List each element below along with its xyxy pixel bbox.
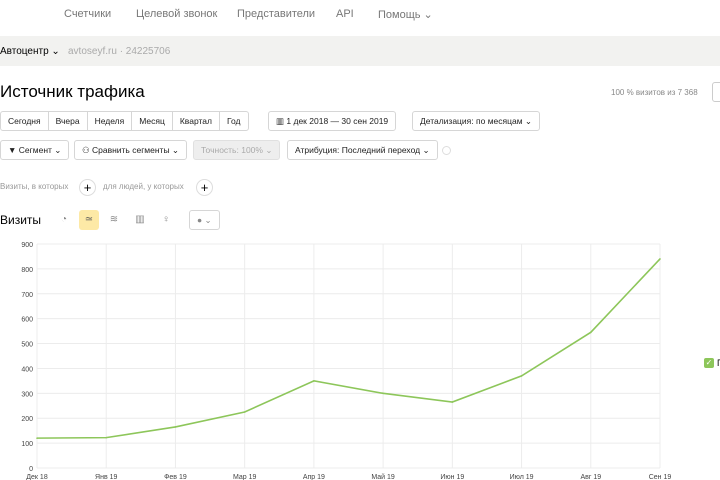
accuracy-dropdown[interactable]: Точность: 100% ⌄ <box>193 140 281 160</box>
data-point <box>382 392 384 395</box>
segment-dropdown[interactable]: ▼ Сегмент ⌄ <box>0 140 70 160</box>
y-tick-label: 400 <box>21 366 33 373</box>
series-line <box>36 258 661 439</box>
map-pin-icon[interactable]: ♀ <box>156 210 176 230</box>
x-tick-label: Фев 19 <box>164 474 187 480</box>
y-tick-label: 500 <box>21 342 33 349</box>
y-tick-label: 800 <box>21 267 33 274</box>
detail-dropdown[interactable]: Детализация: по месяцам ⌄ <box>412 111 541 131</box>
x-tick-label: Апр 19 <box>303 474 325 480</box>
counter-site: avtoseyf.ru · 24225706 <box>68 46 171 57</box>
data-point <box>659 258 661 260</box>
legend-item[interactable]: ✓П <box>704 358 720 368</box>
data-point <box>520 375 523 377</box>
x-tick-label: Сен 19 <box>649 474 672 480</box>
compare-label: Сравнить сегменты ⌄ <box>91 145 180 155</box>
settings-button[interactable] <box>712 82 720 102</box>
people-filter-label: для людей, у которых <box>103 182 184 191</box>
x-tick-label: Июл 19 <box>510 474 534 480</box>
compare-icon: ⚇ <box>82 145 92 155</box>
visits-line-chart: 0 100 200 300 400 500 600 700 800 900 Дек 18 Янв 19… <box>21 242 672 480</box>
counter-bar: Автоцентр ⌄ avtoseyf.ru · 24225706 <box>0 36 720 66</box>
period-week[interactable]: Неделя <box>88 112 133 130</box>
y-tick-label: 200 <box>21 416 33 423</box>
counter-selector[interactable]: Автоцентр ⌄ <box>0 46 60 57</box>
period-month[interactable]: Месяц <box>132 112 173 130</box>
data-point <box>174 426 177 428</box>
visits-filter-label: Визиты, в которых <box>0 182 69 191</box>
data-point <box>243 411 246 413</box>
attribution-dropdown[interactable]: Атрибуция: Последний переход ⌄ <box>287 140 438 160</box>
date-range-label: 1 дек 2018 — 30 сен 2019 <box>286 116 389 126</box>
filter-icon: ▼ <box>8 145 19 155</box>
visits-info: 100 % визитов из 7 368 <box>611 88 698 97</box>
segment-label: Сегмент ⌄ <box>18 145 62 155</box>
x-tick-label: Дек 18 <box>26 474 48 480</box>
data-point <box>105 436 108 439</box>
data-point <box>36 437 38 439</box>
nav-counters[interactable]: Счетчики <box>64 8 111 20</box>
help-icon[interactable] <box>442 146 451 155</box>
data-point <box>589 331 592 334</box>
period-yesterday[interactable]: Вчера <box>49 112 88 130</box>
x-tick-label: Мар 19 <box>233 474 257 480</box>
y-tick-label: 0 <box>29 466 33 473</box>
nav-api[interactable]: API <box>336 8 354 20</box>
data-point <box>451 401 454 403</box>
data-point <box>313 380 315 382</box>
area-chart-icon[interactable]: ≋ <box>104 210 124 230</box>
checkbox-icon[interactable]: ✓ <box>704 358 714 368</box>
y-tick-label: 600 <box>21 317 33 324</box>
y-tick-label: 100 <box>21 441 33 448</box>
chart-options-dropdown[interactable]: ● ⌄ <box>189 210 220 230</box>
period-quarter[interactable]: Квартал <box>173 112 220 130</box>
date-range-button[interactable]: ▥ 1 дек 2018 — 30 сен 2019 <box>268 111 397 131</box>
chart-metric-label: Визиты <box>0 213 42 227</box>
add-visit-filter-button[interactable]: + <box>79 179 96 196</box>
y-tick-label: 300 <box>21 391 33 398</box>
nav-target-call[interactable]: Целевой звонок <box>136 8 217 20</box>
nav-representatives[interactable]: Представители <box>237 8 315 20</box>
x-tick-label: Авг 19 <box>580 474 601 480</box>
period-today[interactable]: Сегодня <box>1 112 49 130</box>
y-tick-label: 700 <box>21 292 33 299</box>
x-tick-label: Май 19 <box>371 473 395 480</box>
line-chart-icon[interactable]: ≃ <box>79 210 99 230</box>
bar-chart-icon[interactable]: ▥ <box>130 210 150 230</box>
period-group: Сегодня Вчера Неделя Месяц Квартал Год <box>0 111 249 131</box>
x-tick-label: Янв 19 <box>95 474 117 480</box>
compare-segments-dropdown[interactable]: ⚇ Сравнить сегменты ⌄ <box>74 140 188 160</box>
calendar-icon: ▥ <box>276 116 287 126</box>
page-title: Источник трафика <box>0 82 145 101</box>
x-tick-label: Июн 19 <box>440 474 464 480</box>
add-people-filter-button[interactable]: + <box>196 179 213 196</box>
nav-help[interactable]: Помощь ⌄ <box>378 8 433 21</box>
y-tick-label: 900 <box>21 242 33 249</box>
pie-chart-icon[interactable]: ◔ <box>54 210 74 230</box>
period-year[interactable]: Год <box>220 112 248 130</box>
top-nav: Счетчики Целевой звонок Представители AP… <box>0 0 720 34</box>
